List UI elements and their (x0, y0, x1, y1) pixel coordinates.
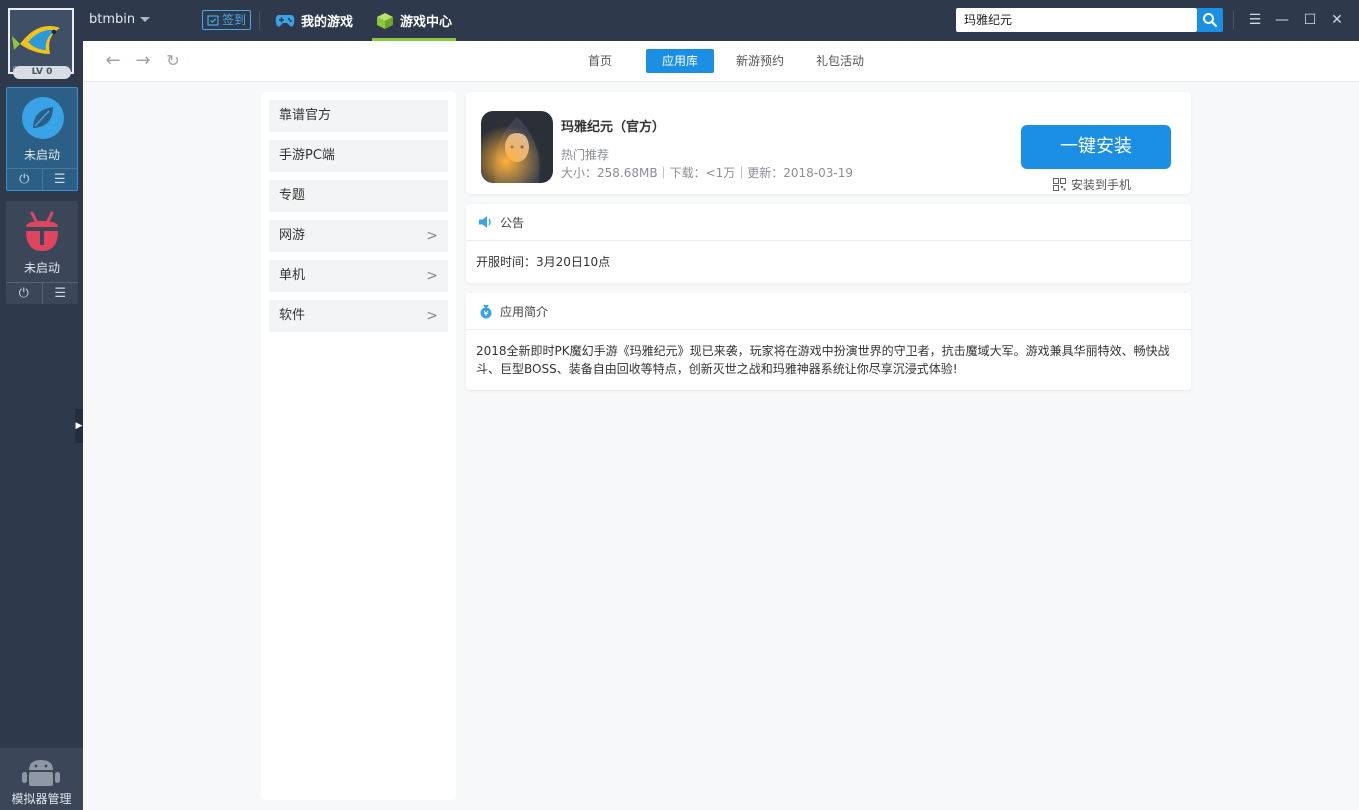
chevron-down-icon (140, 17, 151, 22)
category-item[interactable]: 单机 > (269, 260, 448, 292)
tab-new-game-reservation[interactable]: 新游预约 (720, 49, 800, 73)
main-content: 靠谱官方 手游PC端 专题 网游 > 单机 > 软件 > 玛雅纪元（官方） 热门… (83, 82, 1359, 810)
nav-bar: ← → ↻ 首页 应用库 新游预约 礼包活动 (83, 41, 1359, 82)
category-item[interactable]: 网游 > (269, 220, 448, 252)
leaf-icon (22, 97, 64, 139)
intro-title: 应用简介 (500, 304, 549, 319)
search-icon (1203, 13, 1218, 28)
category-sidebar: 靠谱官方 手游PC端 专题 网游 > 单机 > 软件 > (261, 92, 456, 800)
tab-home[interactable]: 首页 (572, 49, 628, 73)
user-menu[interactable]: btmbin (89, 12, 151, 27)
intro-text: 2018全新即时PK魔幻手游《玛雅纪元》现已来袭，玩家将在游戏中扮演世界的守卫者… (476, 344, 1170, 376)
tab-app-library[interactable]: 应用库 (646, 49, 715, 73)
signin-label: 签到 (222, 13, 247, 27)
rail-collapse-toggle[interactable]: ▶ (75, 409, 83, 443)
intro-header: 应用简介 (466, 293, 1191, 330)
android-icon (22, 760, 60, 786)
minimize-icon[interactable]: — (1274, 11, 1290, 29)
notice-header: 公告 (466, 204, 1191, 241)
tab-my-games[interactable]: 我的游戏 (275, 0, 353, 41)
search-input[interactable] (956, 8, 1197, 32)
money-bag-icon (480, 305, 492, 319)
refresh-icon[interactable]: ↻ (163, 51, 183, 71)
tab-game-center[interactable]: 游戏中心 (372, 0, 457, 41)
chevron-right-icon: > (426, 228, 438, 244)
install-to-phone-link[interactable]: 安装到手机 (1053, 176, 1131, 193)
category-item[interactable]: 手游PC端 (269, 140, 448, 172)
notice-text: 开服时间：3月20日10点 (476, 255, 611, 269)
username: btmbin (89, 12, 136, 27)
category-item[interactable]: 靠谱官方 (269, 100, 448, 132)
gamepad-icon (275, 14, 295, 27)
category-label: 手游PC端 (279, 148, 335, 163)
emulator-manager-button[interactable]: 模拟器管理 (0, 748, 83, 810)
one-click-install-button[interactable]: 一键安装 (1021, 125, 1171, 169)
search-button[interactable] (1197, 8, 1223, 32)
bug-icon (26, 211, 58, 251)
cube-icon (377, 12, 393, 29)
category-label: 专题 (279, 188, 306, 203)
divider (1233, 11, 1234, 29)
emulator-2-controls: ⏻ ☰ (6, 282, 78, 304)
notice-panel: 公告 开服时间：3月20日10点 (466, 204, 1191, 283)
menu-icon[interactable]: ☰ (43, 283, 79, 304)
intro-panel: 应用简介 2018全新即时PK魔幻手游《玛雅纪元》现已来袭，玩家将在游戏中扮演世… (466, 293, 1191, 390)
category-label: 单机 (279, 268, 306, 283)
app-tag: 热门推荐 (561, 148, 610, 162)
tab-gift-activities[interactable]: 礼包活动 (800, 49, 880, 73)
signin-button[interactable]: 签到 (202, 10, 252, 30)
speaker-icon (479, 216, 491, 228)
top-bar: btmbin 签到 我的游戏 游戏中心 ☰ — (83, 0, 1359, 41)
install-to-phone-label: 安装到手机 (1071, 178, 1132, 192)
power-icon[interactable]: ⏻ (7, 169, 43, 190)
back-arrow-icon[interactable]: ← (103, 51, 123, 71)
app-card: 玛雅纪元（官方） 热门推荐 大小：258.68MB｜下载：<1万｜更新：2018… (466, 92, 1191, 194)
emulator-1[interactable]: 未启动 ⏻ ☰ (6, 87, 78, 191)
emulator-2[interactable]: 未启动 ⏻ ☰ (6, 201, 78, 304)
level-badge: LV 0 (13, 66, 71, 79)
category-label: 软件 (279, 308, 306, 323)
app-icon (481, 111, 553, 183)
forward-arrow-icon[interactable]: → (133, 51, 153, 71)
category-item[interactable]: 专题 (269, 180, 448, 212)
qr-code-icon (1053, 178, 1066, 191)
maximize-icon[interactable]: ☐ (1302, 11, 1318, 29)
emulator-1-status: 未启动 (23, 148, 60, 162)
notice-title: 公告 (500, 215, 525, 230)
menu-icon[interactable]: ☰ (1247, 11, 1263, 29)
app-title: 玛雅纪元（官方） (561, 120, 666, 135)
left-rail: ♡ LV 0 未启动 ⏻ ☰ 未启动 ⏻ ☰ ▶ (0, 0, 83, 810)
app-meta: 大小：258.68MB｜下载：<1万｜更新：2018-03-19 (561, 166, 854, 180)
divider (259, 11, 260, 30)
category-item[interactable]: 软件 > (269, 300, 448, 332)
calendar-check-icon (207, 15, 219, 26)
category-label: 靠谱官方 (279, 108, 332, 123)
chevron-right-icon: > (426, 308, 438, 324)
menu-icon[interactable]: ☰ (43, 169, 78, 190)
close-icon[interactable]: ✕ (1329, 11, 1345, 29)
fish-logo-icon (10, 10, 72, 72)
power-icon[interactable]: ⏻ (6, 283, 43, 304)
emulator-2-status: 未启动 (23, 261, 60, 275)
tab-game-center-label: 游戏中心 (400, 15, 453, 30)
chevron-right-icon: > (426, 268, 438, 284)
emulator-manager-label: 模拟器管理 (11, 792, 72, 806)
tab-my-games-label: 我的游戏 (301, 15, 354, 30)
emulator-1-controls: ⏻ ☰ (7, 168, 77, 190)
category-label: 网游 (279, 228, 306, 243)
